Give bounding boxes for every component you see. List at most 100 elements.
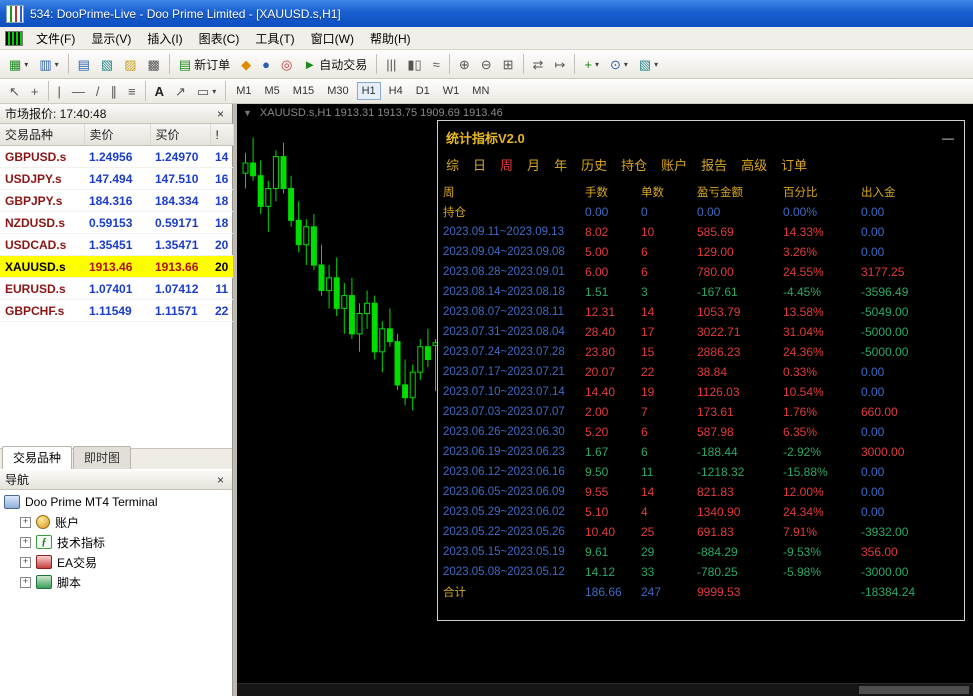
tf-m1[interactable]: M1 <box>231 82 256 100</box>
chart-hscrollbar[interactable] <box>237 683 973 696</box>
tile-windows-button[interactable]: ⊞ <box>498 52 519 76</box>
stat-tab-day[interactable]: 日 <box>473 155 486 174</box>
stats-row: 2023.07.03~2023.07.07 2.00 7 173.61 1.76… <box>443 405 898 419</box>
quote-row-nzdusd[interactable]: NZDUSD.s 0.59153 0.59171 18 <box>0 211 233 234</box>
menu-window[interactable]: 窗口(W) <box>303 27 362 50</box>
tf-mn[interactable]: MN <box>467 82 494 100</box>
stats-table-header: 周 手数 单数 盈亏金额 百分比 出入金 <box>438 182 964 202</box>
quote-row-usdjpy[interactable]: USDJPY.s 147.494 147.510 16 <box>0 167 233 190</box>
tf-d1[interactable]: D1 <box>411 82 435 100</box>
vertical-line-button[interactable]: | <box>53 79 66 103</box>
expand-icon[interactable] <box>20 536 31 548</box>
quote-row-eurusd[interactable]: EURUSD.s 1.07401 1.07412 11 <box>0 277 233 300</box>
tf-h4[interactable]: H4 <box>384 82 408 100</box>
auto-scroll-button[interactable]: ⇄ <box>528 52 549 76</box>
one-click-trading-icon[interactable]: ▼ <box>243 108 252 118</box>
tf-h1[interactable]: H1 <box>356 82 381 100</box>
tf-m30[interactable]: M30 <box>322 82 353 100</box>
scrollbar-thumb[interactable] <box>859 686 969 694</box>
stat-tab-advanced[interactable]: 高级 <box>741 155 767 174</box>
menu-insert[interactable]: 插入(I) <box>139 27 190 50</box>
expand-icon[interactable] <box>20 556 31 568</box>
cursor-button[interactable]: ↖ <box>4 79 25 103</box>
navigator-toggle[interactable]: ▨ <box>119 52 141 76</box>
quote-row-gbpchf[interactable]: GBPCHF.s 1.11549 1.11571 22 <box>0 299 233 322</box>
toolbar-icon: ⊖ <box>480 56 492 72</box>
minimize-icon[interactable]: — <box>942 131 954 145</box>
stat-tab-week[interactable]: 周 <box>500 155 513 174</box>
stat-tab-year[interactable]: 年 <box>554 155 567 174</box>
text-button[interactable]: A <box>150 79 169 103</box>
toolbar-icon: ▮▯ <box>407 56 422 72</box>
quote-row-gbpusd[interactable]: GBPUSD.s 1.24956 1.24970 14 <box>0 145 233 168</box>
profiles-button[interactable]: ▥ ▾ <box>34 52 63 76</box>
chart-shift-button[interactable]: ↦ <box>549 52 570 76</box>
horizontal-line-button[interactable]: — <box>67 79 90 103</box>
stats-row: 2023.08.28~2023.09.01 6.00 6 780.00 24.5… <box>443 265 905 279</box>
close-icon[interactable]: × <box>214 473 227 487</box>
stat-tab-month[interactable]: 月 <box>527 155 540 174</box>
tf-m15[interactable]: M15 <box>288 82 319 100</box>
stat-tab-positions[interactable]: 持仓 <box>621 155 647 174</box>
stat-tab-account[interactable]: 账户 <box>661 155 687 174</box>
tf-w1[interactable]: W1 <box>438 82 465 100</box>
chart-window-icon[interactable] <box>5 30 23 46</box>
chart-area[interactable]: ▼ XAUUSD.s,H1 1913.31 1913.75 1909.69 19… <box>237 104 973 696</box>
nav-expert-advisors[interactable]: EA交易 <box>0 552 232 572</box>
market-watch-toggle[interactable]: ▤ <box>73 52 95 76</box>
menu-charts[interactable]: 图表(C) <box>191 27 248 50</box>
bar-chart-button[interactable]: ||| <box>381 52 401 76</box>
arrows-button[interactable]: ↗ <box>170 79 191 103</box>
community-button[interactable]: ● <box>257 52 275 76</box>
templates-button[interactable]: ▧ ▾ <box>634 52 663 76</box>
tab-tick-chart[interactable]: 即时图 <box>73 446 132 469</box>
channel-button[interactable]: ∥ <box>106 79 123 103</box>
dropdown-arrow-icon: ▾ <box>654 59 659 69</box>
menu-file[interactable]: 文件(F) <box>28 27 83 50</box>
quote-row-xauusd[interactable]: XAUUSD.s 1913.46 1913.66 20 <box>0 255 233 278</box>
nav-scripts[interactable]: 脚本 <box>0 572 232 592</box>
mt4-window: 534: DooPrime-Live - Doo Prime Limited -… <box>0 0 973 696</box>
expand-icon[interactable] <box>20 516 31 528</box>
zoom-in-button[interactable]: ⊕ <box>454 52 475 76</box>
toolbar-icon: ▥ <box>39 56 52 72</box>
quote-row-gbpjpy[interactable]: GBPJPY.s 184.316 184.334 18 <box>0 189 233 212</box>
autotrading-button[interactable]: ► 自动交易 <box>298 52 372 76</box>
periods-button[interactable]: ⊙ ▾ <box>605 52 633 76</box>
nav-accounts[interactable]: 账户 <box>0 512 232 532</box>
toolbar-icon: ▦ <box>9 56 22 72</box>
fibonacci-button[interactable]: ≡ <box>123 79 141 103</box>
expand-icon[interactable] <box>20 576 31 588</box>
metaeditor-button[interactable]: ◆ <box>236 52 256 76</box>
close-icon[interactable]: × <box>214 107 227 121</box>
shapes-button[interactable]: ▭ ▾ <box>192 79 221 103</box>
toolbar-icon: ↖ <box>9 83 20 99</box>
tab-symbols[interactable]: 交易品种 <box>2 446 73 469</box>
new-chart-button[interactable]: ▦ ▾ <box>4 52 33 76</box>
calendar-button[interactable]: ◎ <box>276 52 297 76</box>
menu-view[interactable]: 显示(V) <box>83 27 139 50</box>
tf-m5[interactable]: M5 <box>260 82 285 100</box>
crosshair-button[interactable]: + <box>26 79 44 103</box>
stat-tab-orders[interactable]: 订单 <box>781 155 807 174</box>
trendline-button[interactable]: / <box>91 79 105 103</box>
indicators-button[interactable]: + ▾ <box>579 52 604 76</box>
data-window-toggle[interactable]: ▧ <box>96 52 118 76</box>
stats-row: 2023.06.05~2023.06.09 9.55 14 821.83 12.… <box>443 485 885 499</box>
terminal-toggle[interactable]: ▩ <box>143 52 165 76</box>
nav-root[interactable]: Doo Prime MT4 Terminal <box>0 492 232 512</box>
quote-row-usdcad[interactable]: USDCAD.s 1.35451 1.35471 20 <box>0 233 233 256</box>
stat-tab-history[interactable]: 历史 <box>581 155 607 174</box>
zoom-out-button[interactable]: ⊖ <box>476 52 497 76</box>
stat-tab-report[interactable]: 报告 <box>701 155 727 174</box>
stats-row: 2023.06.19~2023.06.23 1.67 6 -188.44 -2.… <box>443 445 905 459</box>
nav-indicators[interactable]: 技术指标 <box>0 532 232 552</box>
stat-tab-summary[interactable]: 综 <box>446 155 459 174</box>
menu-help[interactable]: 帮助(H) <box>362 27 419 50</box>
dropdown-arrow-icon: ▾ <box>54 59 59 69</box>
new-order-button[interactable]: ▤ 新订单 <box>174 52 235 76</box>
menu-tools[interactable]: 工具(T) <box>247 27 302 50</box>
market-watch-table: 交易品种 卖价 买价 ! GBPUSD.s 1.24956 1.24970 14… <box>0 124 234 322</box>
candlestick-button[interactable]: ▮▯ <box>402 52 426 76</box>
line-chart-button[interactable]: ≈ <box>428 52 445 76</box>
